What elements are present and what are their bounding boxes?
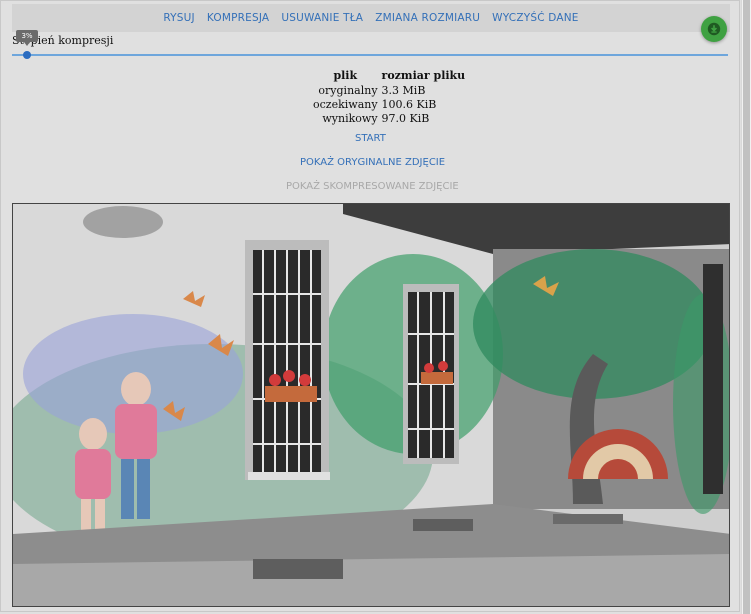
compression-slider-thumb[interactable] <box>23 51 31 59</box>
table-row: oryginalny 3.3 MiB <box>311 83 467 97</box>
nav-item-clear-data[interactable]: WYCZYŚĆ DANE <box>492 12 578 24</box>
nav-item-resize[interactable]: ZMIANA ROZMIARU <box>375 12 480 24</box>
scrollbar-thumb[interactable] <box>743 0 750 614</box>
compressed-photo <box>12 203 730 607</box>
table-header-file: plik <box>333 69 358 82</box>
row-value: 97.0 KiB <box>381 111 430 125</box>
mural-photo-illustration <box>13 204 729 606</box>
download-button[interactable] <box>701 16 727 42</box>
nav-item-background-removal[interactable]: USUWANIE TŁA <box>281 12 363 24</box>
nav-item-compression[interactable]: KOMPRESJA <box>207 12 269 24</box>
slider-value-tooltip: 3% <box>16 30 38 46</box>
row-label: oryginalny <box>318 83 378 97</box>
start-button[interactable]: START <box>355 133 386 144</box>
download-icon <box>707 22 721 36</box>
top-navigation: RYSUJ KOMPRESJA USUWANIE TŁA ZMIANA ROZM… <box>12 4 730 32</box>
nav-item-draw[interactable]: RYSUJ <box>163 12 195 24</box>
table-row: oczekiwany 100.6 KiB <box>311 97 467 111</box>
show-original-button[interactable]: POKAŻ ORYGINALNE ZDJĘCIE <box>300 157 445 168</box>
vertical-scrollbar[interactable] <box>741 0 751 614</box>
show-compressed-button: POKAŻ SKOMPRESOWANE ZDJĘCIE <box>286 181 459 192</box>
file-size-table: plik rozmiar pliku oryginalny 3.3 MiB oc… <box>311 68 467 125</box>
compression-slider-track[interactable] <box>12 54 728 56</box>
table-header-size: rozmiar pliku <box>381 69 466 82</box>
row-value: 100.6 KiB <box>381 97 437 111</box>
row-label: oczekiwany <box>313 97 378 111</box>
table-row: wynikowy 97.0 KiB <box>311 111 467 125</box>
row-label: wynikowy <box>322 111 378 125</box>
row-value: 3.3 MiB <box>381 83 426 97</box>
